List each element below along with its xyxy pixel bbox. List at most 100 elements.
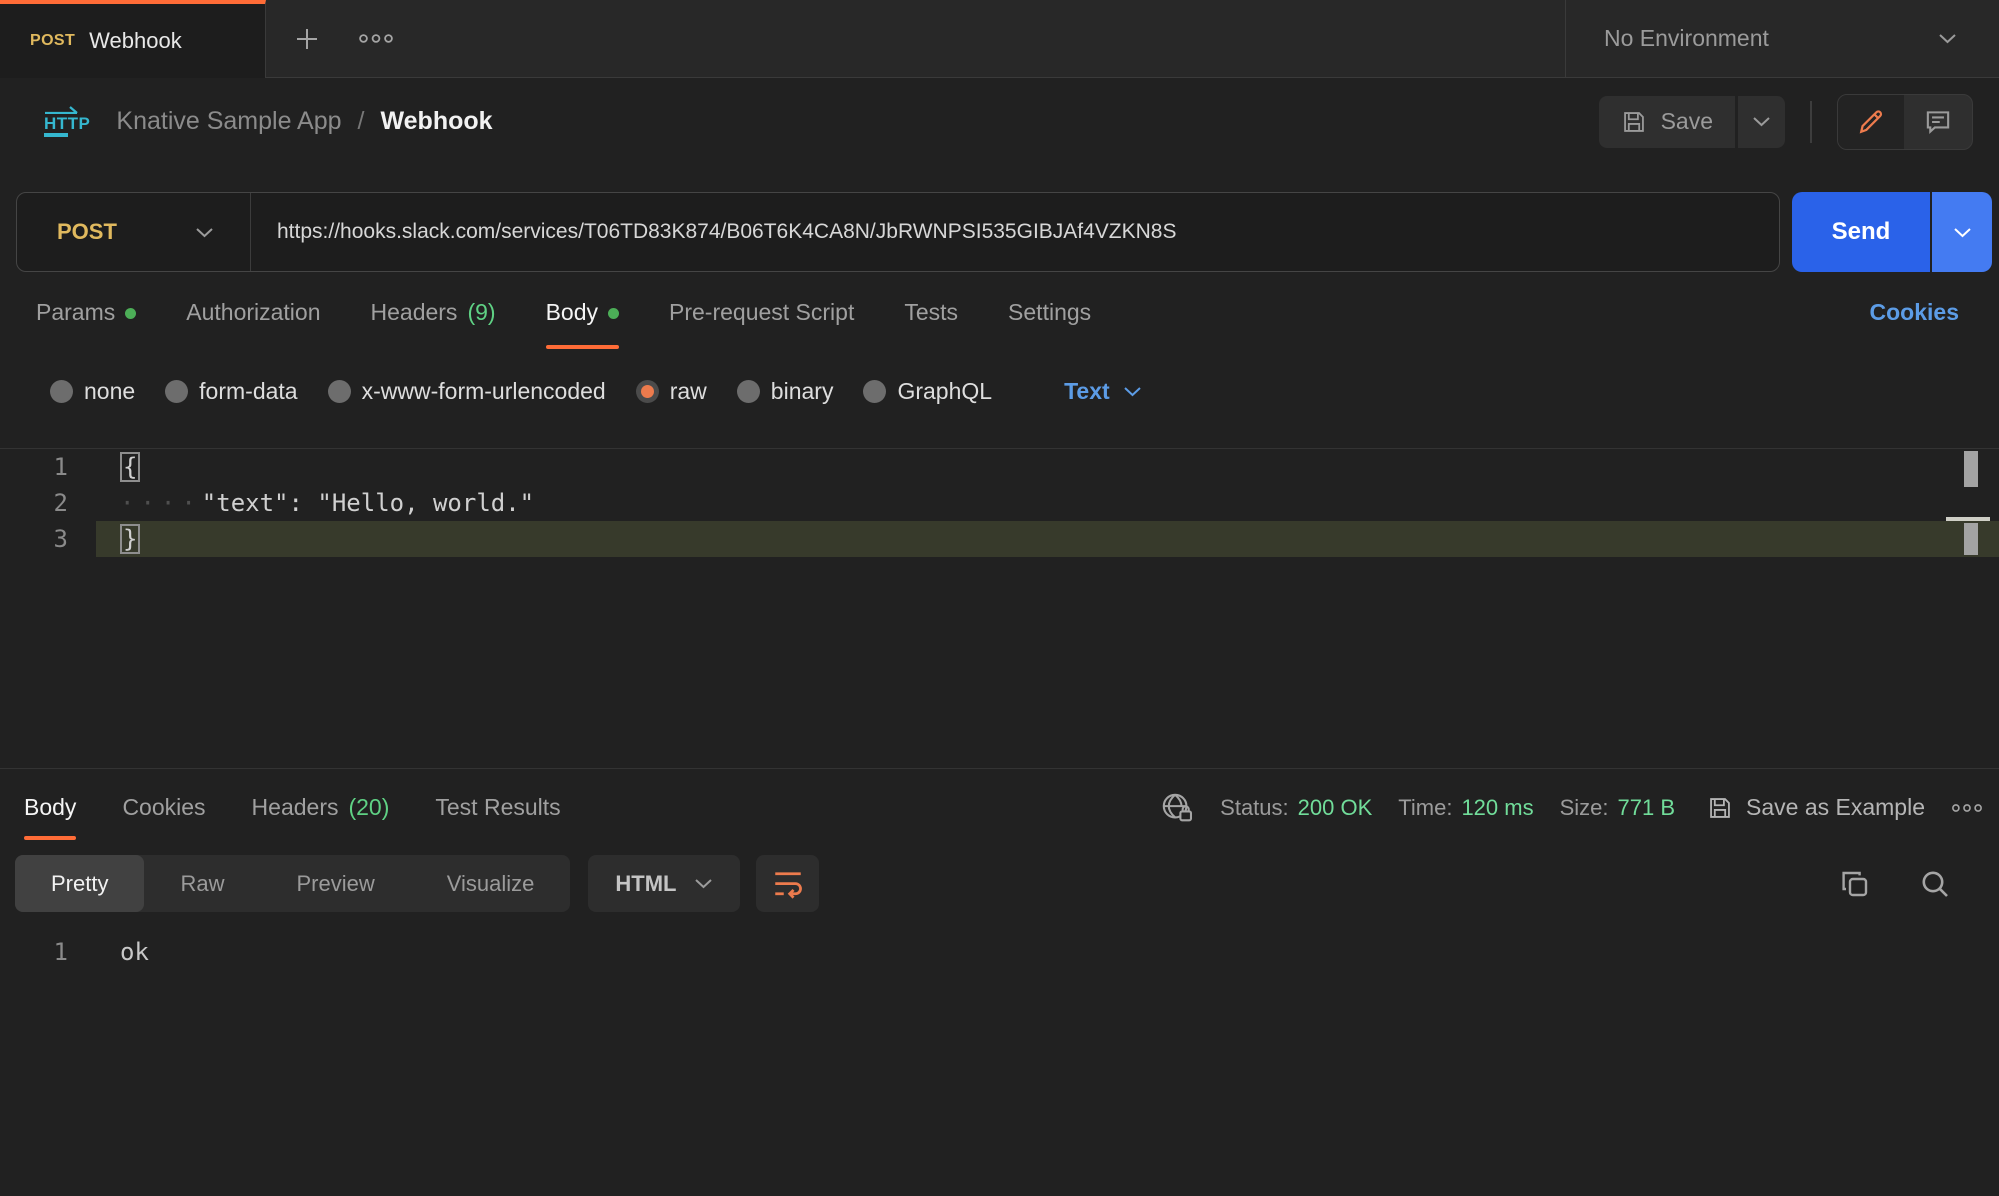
mode-form-data[interactable]: form-data	[165, 378, 297, 405]
new-tab-button[interactable]	[292, 24, 322, 54]
tab-options-button[interactable]	[358, 33, 394, 44]
http-badge-label: HTTP	[44, 115, 90, 132]
response-body-text: ok	[96, 934, 149, 970]
line-number: 1	[0, 934, 96, 970]
view-label: Pretty	[51, 871, 108, 897]
mode-label: x-www-form-urlencoded	[362, 378, 606, 405]
tab-tests[interactable]: Tests	[904, 272, 958, 352]
save-icon	[1707, 795, 1733, 821]
breadcrumb-separator: /	[358, 107, 365, 136]
response-body-viewer[interactable]: 1 ok	[0, 934, 1999, 970]
mode-x-www-form-urlencoded[interactable]: x-www-form-urlencoded	[328, 378, 606, 405]
tab-pre-request-script[interactable]: Pre-request Script	[669, 272, 854, 352]
response-language-label: HTML	[615, 871, 676, 897]
tab-body[interactable]: Body	[546, 272, 619, 352]
send-button[interactable]: Send	[1792, 192, 1930, 272]
response-tab-body[interactable]: Body	[24, 769, 76, 846]
overview-ruler-mark	[1964, 523, 1978, 555]
tab-label: Body	[546, 299, 598, 326]
breadcrumb-request-name[interactable]: Webhook	[381, 107, 493, 136]
mode-label: GraphQL	[897, 378, 992, 405]
bracket-highlight: {	[120, 452, 140, 482]
network-info-button[interactable]	[1160, 791, 1194, 825]
url-input[interactable]: https://hooks.slack.com/services/T06TD83…	[251, 220, 1779, 244]
line-code: ····"text": "Hello, world."	[96, 485, 1999, 521]
tab-label: Test Results	[435, 794, 560, 821]
tab-method-label: POST	[30, 32, 75, 50]
save-options-button[interactable]	[1738, 96, 1785, 148]
wrap-text-icon	[771, 867, 805, 901]
request-body-editor[interactable]: 1 { 2 ····"text": "Hello, world." 3 }	[0, 448, 1999, 768]
tab-authorization[interactable]: Authorization	[186, 272, 320, 352]
save-button[interactable]: Save	[1599, 96, 1735, 148]
tab-strip: POST Webhook No Environment	[0, 0, 1999, 78]
line-code: {	[96, 449, 1999, 485]
editor-line: 2 ····"text": "Hello, world."	[0, 485, 1999, 521]
response-meta: Status: 200 OK Time: 120 ms Size: 771 B …	[1160, 769, 1983, 846]
raw-language-selector[interactable]: Text	[1064, 378, 1142, 405]
send-options-button[interactable]	[1932, 192, 1992, 272]
tab-params[interactable]: Params	[36, 272, 136, 352]
mode-label: form-data	[199, 378, 297, 405]
view-raw[interactable]: Raw	[144, 855, 260, 912]
request-tab-webhook[interactable]: POST Webhook	[0, 0, 266, 78]
radio-icon	[50, 380, 73, 403]
breadcrumb-collection[interactable]: Knative Sample App	[116, 107, 341, 136]
wrap-line-button[interactable]	[756, 855, 819, 912]
view-mode-switch: Pretty Raw Preview Visualize	[15, 855, 570, 912]
mode-binary[interactable]: binary	[737, 378, 834, 405]
response-tabs: Body Cookies Headers (20) Test Results	[24, 769, 561, 846]
mode-none[interactable]: none	[50, 378, 135, 405]
view-pretty[interactable]: Pretty	[15, 855, 144, 912]
tab-settings[interactable]: Settings	[1008, 272, 1091, 352]
save-icon	[1621, 109, 1647, 135]
chevron-down-icon	[1752, 116, 1771, 127]
search-icon	[1919, 868, 1951, 900]
tab-label: Headers	[252, 794, 339, 821]
response-tab-cookies[interactable]: Cookies	[122, 769, 205, 846]
response-tab-headers[interactable]: Headers (20)	[252, 769, 390, 846]
view-preview[interactable]: Preview	[260, 855, 410, 912]
tab-actions	[266, 0, 1565, 78]
method-label: POST	[57, 219, 117, 245]
arrow-right-icon	[44, 106, 80, 114]
size-label: Size:	[1560, 795, 1609, 821]
chevron-down-icon	[1123, 386, 1142, 397]
send-button-group: Send	[1792, 192, 1992, 272]
body-mode-row: none form-data x-www-form-urlencoded raw…	[0, 352, 1999, 430]
headers-count: (9)	[467, 299, 495, 326]
plus-icon	[292, 24, 322, 54]
response-language-selector[interactable]: HTML	[588, 855, 740, 912]
response-toolbar: Pretty Raw Preview Visualize HTML	[0, 846, 1999, 921]
status-pair: Status: 200 OK	[1220, 795, 1372, 821]
tab-label: Params	[36, 299, 115, 326]
copy-response-button[interactable]	[1839, 868, 1871, 900]
comments-button[interactable]	[1904, 95, 1972, 149]
request-header: HTTP Knative Sample App / Webhook Save	[0, 78, 1999, 165]
view-visualize[interactable]: Visualize	[411, 855, 571, 912]
chevron-down-icon	[1938, 33, 1957, 44]
send-button-label: Send	[1832, 218, 1891, 246]
editor-line-current: 3 }	[0, 521, 1999, 557]
edit-description-button[interactable]	[1838, 95, 1904, 149]
response-options-button[interactable]	[1951, 803, 1983, 813]
environment-label: No Environment	[1604, 25, 1769, 52]
search-response-button[interactable]	[1919, 868, 1951, 900]
environment-selector[interactable]: No Environment	[1565, 0, 1999, 78]
size-value: 771 B	[1618, 795, 1676, 821]
mode-label: raw	[670, 378, 707, 405]
mode-graphql[interactable]: GraphQL	[863, 378, 992, 405]
request-tabs: Params Authorization Headers (9) Body Pr…	[0, 272, 1999, 352]
raw-language-label: Text	[1064, 378, 1110, 405]
radio-icon-selected	[636, 380, 659, 403]
cookies-link[interactable]: Cookies	[1870, 299, 1959, 326]
tab-headers[interactable]: Headers (9)	[371, 272, 496, 352]
method-selector[interactable]: POST	[17, 193, 251, 271]
save-as-example-button[interactable]: Save as Example	[1707, 794, 1925, 821]
tab-label: Headers	[371, 299, 458, 326]
view-label: Visualize	[447, 871, 535, 897]
mode-raw[interactable]: raw	[636, 378, 707, 405]
response-tab-test-results[interactable]: Test Results	[435, 769, 560, 846]
tab-label: Settings	[1008, 299, 1091, 326]
header-actions: Save	[1599, 94, 1973, 150]
